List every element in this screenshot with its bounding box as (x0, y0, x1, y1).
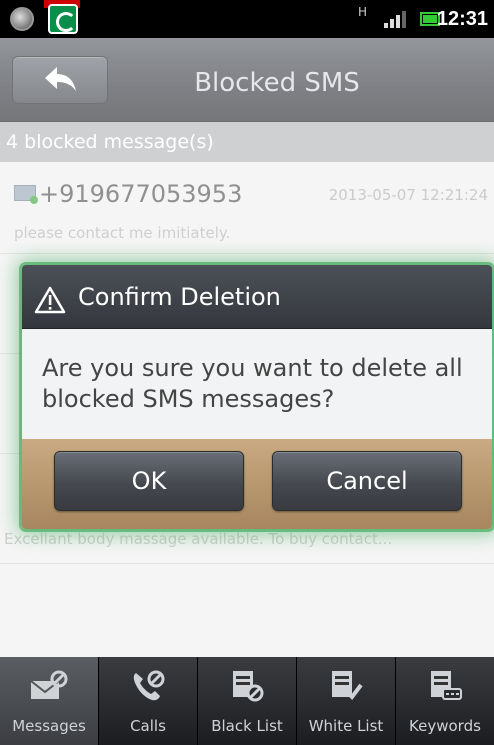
app-notification-icon (48, 4, 78, 34)
dialog-button-bar: OK Cancel (22, 439, 492, 529)
bottom-nav: Messages Calls Black List White List Key… (0, 657, 494, 745)
signal-icon (384, 10, 406, 28)
black-list-icon (233, 671, 264, 702)
keywords-icon (431, 671, 462, 700)
tab-label: Calls (130, 717, 166, 735)
tab-messages[interactable]: Messages (0, 657, 99, 745)
ok-button[interactable]: OK (54, 451, 244, 511)
network-type-indicator: H (358, 5, 368, 19)
dialog-header: Confirm Deletion (22, 265, 492, 329)
tab-black-list[interactable]: Black List (198, 657, 297, 745)
tab-label: Keywords (409, 717, 481, 735)
dialog-body: Are you sure you want to delete all bloc… (22, 329, 492, 439)
tab-calls[interactable]: Calls (99, 657, 198, 745)
phone-icon (133, 670, 165, 701)
tab-keywords[interactable]: Keywords (396, 657, 494, 745)
status-bar: H 12:31 (0, 0, 494, 38)
tab-label: Messages (12, 717, 86, 735)
warning-icon (34, 286, 66, 314)
dialog-title: Confirm Deletion (78, 283, 281, 311)
cancel-button[interactable]: Cancel (272, 451, 462, 511)
messages-icon (30, 670, 68, 699)
status-time: 12:31 (436, 8, 488, 30)
confirm-deletion-dialog: Confirm Deletion Are you sure you want t… (22, 265, 492, 529)
settings-status-icon (10, 7, 34, 31)
white-list-icon (332, 671, 363, 701)
tab-white-list[interactable]: White List (297, 657, 396, 745)
tab-label: White List (308, 717, 384, 735)
dialog-message: Are you sure you want to delete all bloc… (42, 354, 463, 413)
tab-label: Black List (211, 717, 283, 735)
